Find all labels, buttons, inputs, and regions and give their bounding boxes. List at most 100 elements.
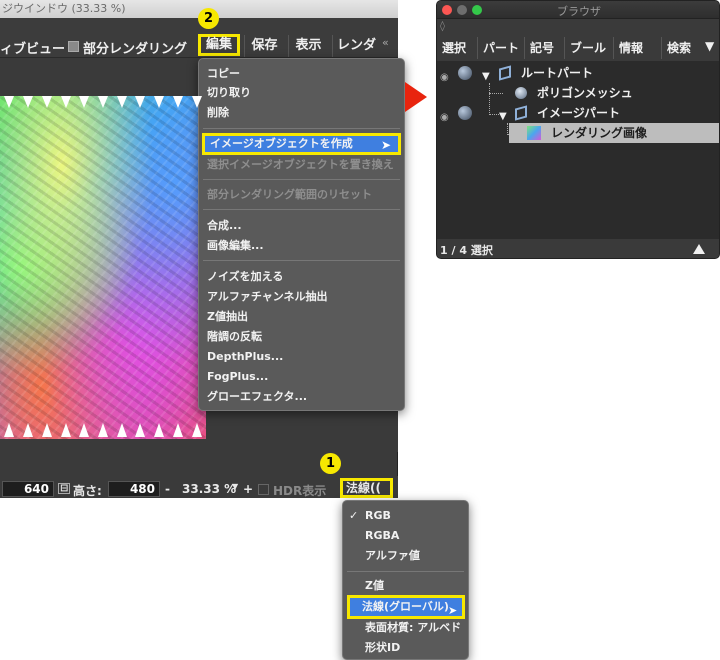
browser-status-bar: 1 / 4 選択 xyxy=(437,241,719,258)
height-label: 高さ: xyxy=(73,484,102,498)
range-marker-icon xyxy=(116,423,127,437)
menu-item-label: 法線(グローバル) xyxy=(362,600,449,613)
tab-save[interactable]: 保存 xyxy=(244,35,284,57)
range-marker-icon xyxy=(135,423,146,437)
tab-select[interactable]: 選択 xyxy=(437,37,477,59)
range-marker-icon xyxy=(4,423,15,437)
menu-item-copy[interactable]: コピー xyxy=(207,65,240,83)
menu-item-z[interactable]: Z値 xyxy=(365,577,384,595)
range-marker-icon xyxy=(41,96,52,108)
step-badge-2: 2 xyxy=(198,8,219,29)
menu-separator xyxy=(203,209,400,210)
link-icon[interactable]: ⊟ xyxy=(58,483,71,494)
cursor-icon: ➤ xyxy=(448,604,458,617)
range-marker-icon xyxy=(23,96,34,108)
zoom-dropdown-icon[interactable]: ▼ xyxy=(232,482,238,491)
menu-item-invert[interactable]: 階調の反転 xyxy=(207,328,262,346)
step-badge-1: 1 xyxy=(320,453,341,474)
menu-item-reset-partial-range: 部分レンダリング範囲のリセット xyxy=(207,188,372,201)
browser-title: ブラウザ xyxy=(557,5,601,18)
double-chevron-icon[interactable]: « xyxy=(382,36,389,49)
part-icon xyxy=(515,105,527,121)
menu-item-glow-effector[interactable]: グローエフェクタ... xyxy=(207,388,307,406)
tab-search[interactable]: 検索 xyxy=(661,37,705,59)
range-marker-icon xyxy=(172,96,183,108)
tab-view[interactable]: 表示 xyxy=(288,35,328,57)
tree-label: ポリゴンメッシュ xyxy=(537,86,633,100)
range-marker-icon xyxy=(4,96,15,108)
tab-symbol[interactable]: 記号 xyxy=(524,37,564,59)
cursor-icon: ➤ xyxy=(381,138,392,152)
range-marker-icon xyxy=(60,96,71,108)
menu-item-shape-id[interactable]: 形状ID xyxy=(365,639,400,657)
tab-boolean[interactable]: ブール xyxy=(564,37,613,59)
menu-item-cut[interactable]: 切り取り xyxy=(207,84,251,102)
menu-item-label: イメージオブジェクトを作成 xyxy=(210,137,353,150)
tab-edit[interactable]: 編集 xyxy=(198,34,240,56)
menu-item-replace-image-object: 選択イメージオブジェクトを置き換え xyxy=(207,158,394,171)
render-status-bar: 640 ⊟ 高さ: 480 - 33.33 % ▼ + HDR表示 法線(( xyxy=(0,476,398,498)
mesh-icon xyxy=(515,87,527,99)
scroll-up-icon[interactable] xyxy=(693,244,705,254)
range-marker-icon xyxy=(97,423,108,437)
tree-label: レンダリング画像 xyxy=(551,126,648,140)
eye-icon[interactable]: ◉ xyxy=(440,108,449,128)
rendered-image xyxy=(0,96,206,439)
tree-row-root-part[interactable]: ◉ ▼ ルートパート xyxy=(437,63,719,83)
zoom-out-button[interactable]: - xyxy=(165,482,170,496)
menu-separator xyxy=(203,260,400,261)
hdr-checkbox[interactable] xyxy=(258,484,269,495)
partial-render-checkbox[interactable] xyxy=(68,41,79,52)
disclosure-triangle-icon[interactable]: ▼ xyxy=(499,107,507,127)
width-field[interactable]: 640 xyxy=(2,481,54,497)
range-marker-icon xyxy=(135,96,146,108)
tab-render[interactable]: レンダ xyxy=(332,35,380,57)
tab-info[interactable]: 情報 xyxy=(613,37,657,59)
range-marker-icon xyxy=(79,96,90,108)
tree-row-image-part[interactable]: ◉ ▼ イメージパート xyxy=(437,103,719,123)
zoom-in-button[interactable]: + xyxy=(243,482,253,496)
range-marker-icon xyxy=(23,423,34,437)
top-range-markers xyxy=(0,96,206,110)
tab-part[interactable]: パート xyxy=(477,37,524,59)
hdr-label: HDR表示 xyxy=(273,484,327,498)
menu-item-image-edit[interactable]: 画像編集... xyxy=(207,237,264,255)
menu-item-albedo[interactable]: 表面材質: アルベド xyxy=(365,619,461,637)
menu-item-fogplus[interactable]: FogPlus... xyxy=(207,368,268,386)
zoom-value[interactable]: 33.33 % xyxy=(182,482,236,496)
menu-separator xyxy=(203,128,400,129)
menu-separator xyxy=(203,179,400,180)
render-sphere-icon[interactable] xyxy=(458,106,472,120)
tabs-overflow-icon[interactable]: ▼ xyxy=(705,39,714,53)
menu-item-normal-global[interactable]: 法線(グローバル) ➤ xyxy=(347,595,465,619)
height-field[interactable]: 480 xyxy=(108,481,160,497)
render-sphere-icon[interactable] xyxy=(458,66,472,80)
menu-item-alpha[interactable]: アルファ値 xyxy=(365,547,420,565)
image-icon xyxy=(527,126,541,140)
range-marker-icon xyxy=(191,96,202,108)
menu-item-rgba[interactable]: RGBA xyxy=(365,527,399,545)
preview-label[interactable]: ィブビュー xyxy=(0,38,65,57)
menu-item-extract-alpha[interactable]: アルファチャンネル抽出 xyxy=(207,288,328,306)
selection-count: 1 / 4 選択 xyxy=(440,244,493,257)
part-icon xyxy=(499,65,511,81)
browser-tabs: 選択 パート 記号 ブール 情報 検索 ▼ xyxy=(437,37,719,59)
range-marker-icon xyxy=(97,96,108,108)
diamond-icon: ◊ xyxy=(440,21,445,32)
range-marker-icon xyxy=(79,423,90,437)
range-marker-icon xyxy=(172,423,183,437)
range-marker-icon xyxy=(154,423,165,437)
browser-titlebar: ブラウザ xyxy=(437,1,719,19)
menu-item-create-image-object[interactable]: イメージオブジェクトを作成 ➤ xyxy=(202,133,401,155)
tree-row-polygon-mesh[interactable]: ポリゴンメッシュ xyxy=(437,83,719,103)
output-type-select[interactable]: 法線(( xyxy=(340,478,393,498)
range-marker-icon xyxy=(41,423,52,437)
menu-item-add-noise[interactable]: ノイズを加える xyxy=(207,268,283,286)
menu-item-depthplus[interactable]: DepthPlus... xyxy=(207,348,283,366)
menu-item-composite[interactable]: 合成... xyxy=(207,217,242,235)
menu-item-extract-z[interactable]: Z値抽出 xyxy=(207,308,248,326)
menu-item-delete[interactable]: 削除 xyxy=(207,104,229,122)
range-marker-icon xyxy=(60,423,71,437)
tree-row-rendered-image[interactable]: レンダリング画像 xyxy=(509,123,719,143)
menu-item-rgb[interactable]: RGB xyxy=(365,507,391,525)
